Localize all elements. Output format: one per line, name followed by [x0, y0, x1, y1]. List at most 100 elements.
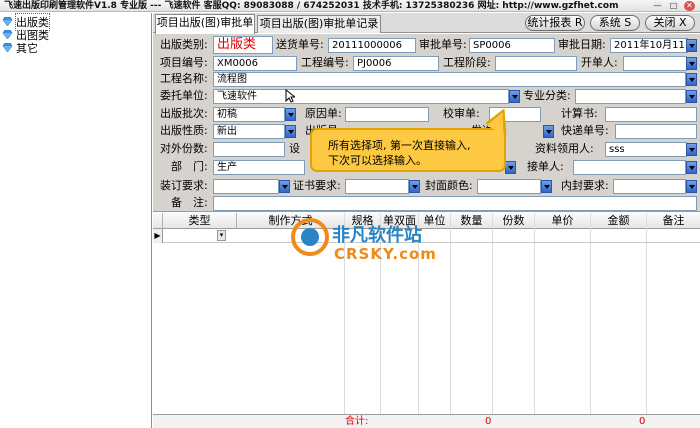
tab-bar: 项目出版(图)审批单 项目出版(图)审批单记录 统计报表 R 系统 S 关闭 X	[153, 13, 700, 34]
cert-dropdown-icon[interactable]	[409, 180, 420, 193]
col-header-type[interactable]: 类型	[163, 213, 237, 229]
dept-field[interactable]: 生产	[213, 160, 305, 175]
maximize-button[interactable]: □	[668, 1, 679, 11]
reason-field[interactable]	[345, 107, 429, 122]
grid-footer: 合计: 0 0	[153, 414, 700, 428]
stage-label: 工程阶段:	[443, 56, 491, 69]
remark-label: 备 注:	[171, 196, 208, 209]
batch-label: 出版批次:	[160, 107, 208, 120]
approval-no-label: 审批单号:	[419, 38, 467, 51]
send-no-field[interactable]: 20111000006	[328, 38, 416, 53]
system-button[interactable]: 系统 S	[590, 15, 640, 31]
gem-icon	[2, 43, 13, 52]
batch-field[interactable]: 初稿	[213, 107, 285, 122]
cover-field[interactable]	[477, 179, 541, 194]
total-amount: 0	[639, 416, 646, 427]
approval-date-label: 审批日期:	[558, 38, 606, 51]
tooltip-line-2: 下次可以选择输入。	[328, 154, 427, 167]
send-no-label: 送货单号:	[276, 38, 324, 51]
inner-field[interactable]	[613, 179, 686, 194]
tree-item-other[interactable]: 其它	[2, 41, 38, 55]
gem-icon	[2, 30, 13, 39]
stage-field[interactable]	[495, 56, 577, 71]
category-label: 出版类别:	[160, 38, 208, 51]
row-indicator-icon: ▶	[153, 229, 163, 243]
window-title: 飞速出版印刷管理软件V1.8 专业版 --- 飞速软件 客服QQ: 890830…	[4, 1, 619, 11]
grid-corner	[153, 213, 163, 229]
approval-form: 出版类别: 出版类 送货单号: 20111000006 审批单号: SP0006…	[153, 34, 700, 212]
copies-field[interactable]	[213, 142, 285, 157]
col-header-copies[interactable]: 份数	[493, 213, 535, 229]
approval-no-field[interactable]: SP0006	[469, 38, 555, 53]
cert-label: 证书要求:	[293, 179, 341, 192]
close-window-button[interactable]: ✕	[684, 1, 695, 11]
minimize-button[interactable]: —	[652, 1, 663, 11]
binding-dropdown-icon[interactable]	[279, 180, 290, 193]
batch-dropdown-icon[interactable]	[285, 108, 296, 121]
inner-label: 内封要求:	[561, 179, 609, 192]
express-field[interactable]	[615, 124, 697, 139]
tab-approval-form[interactable]: 项目出版(图)审批单	[155, 14, 255, 34]
client-dropdown-icon[interactable]	[509, 90, 520, 103]
nature-dropdown-icon[interactable]	[285, 125, 296, 138]
dept-dropdown-icon[interactable]	[505, 161, 516, 174]
work-no-label: 工程编号:	[301, 56, 349, 69]
receiver-field[interactable]: sss	[605, 142, 687, 157]
nature-field[interactable]: 新出	[213, 124, 285, 139]
binding-label: 装订要求:	[160, 179, 208, 192]
checker-label: 校审单:	[443, 107, 480, 120]
tree-item-label: 其它	[16, 41, 38, 55]
cover-dropdown-icon[interactable]	[541, 180, 552, 193]
tab-approval-records[interactable]: 项目出版(图)审批单记录	[257, 15, 381, 33]
receiver-dropdown-icon[interactable]	[686, 143, 697, 156]
watermark-text-en: CRSKY.com	[334, 245, 437, 263]
watermark-logo-icon	[291, 218, 329, 256]
inner-dropdown-icon[interactable]	[686, 180, 697, 193]
handover-dropdown-icon[interactable]	[686, 161, 697, 174]
project-no-field[interactable]: XM0006	[213, 56, 297, 71]
drawer-field[interactable]	[623, 56, 687, 71]
title-bar: 飞速出版印刷管理软件V1.8 专业版 --- 飞速软件 客服QQ: 890830…	[0, 0, 700, 12]
mouse-cursor-icon	[285, 89, 295, 103]
client-field[interactable]: 飞速软件	[213, 89, 509, 104]
drawer-label: 开单人:	[581, 56, 618, 69]
cert-field[interactable]	[345, 179, 409, 194]
major-dropdown-icon[interactable]	[686, 90, 697, 103]
work-name-field[interactable]: 流程图	[213, 72, 686, 87]
tooltip-line-1: 所有选择项, 第一次直接输入,	[328, 139, 471, 152]
col-header-remark[interactable]: 备注	[647, 213, 700, 229]
device-label: 设	[289, 142, 300, 155]
sender-dropdown-icon[interactable]	[543, 125, 554, 138]
report-button[interactable]: 统计报表 R	[525, 15, 585, 31]
category-tree: 出版类 出图类 其它	[0, 12, 152, 428]
remark-field[interactable]	[213, 196, 697, 211]
category-field[interactable]: 出版类	[213, 36, 273, 54]
tooltip-balloon: 所有选择项, 第一次直接输入, 下次可以选择输入。	[310, 128, 506, 172]
work-name-dropdown-icon[interactable]	[686, 73, 697, 86]
work-name-label: 工程名称:	[160, 72, 208, 85]
binding-field[interactable]	[213, 179, 279, 194]
copies-label: 对外份数:	[160, 142, 208, 155]
nature-label: 出版性质:	[160, 124, 208, 137]
close-button[interactable]: 关闭 X	[645, 15, 695, 31]
major-field[interactable]	[575, 89, 686, 104]
type-dropdown-icon[interactable]: ▾	[217, 230, 226, 241]
receiver-label: 资料领用人:	[535, 142, 594, 155]
total-label: 合计:	[345, 416, 369, 427]
col-header-amount[interactable]: 金额	[591, 213, 647, 229]
watermark: 非凡软件站 CRSKY.com	[290, 217, 436, 279]
calc-label: 计算书:	[561, 107, 598, 120]
drawer-dropdown-icon[interactable]	[686, 57, 697, 70]
col-header-price[interactable]: 单价	[535, 213, 591, 229]
project-no-label: 项目编号:	[160, 56, 208, 69]
calc-field[interactable]	[605, 107, 697, 122]
total-count: 0	[485, 416, 492, 427]
cover-label: 封面颜色:	[425, 179, 473, 192]
date-dropdown-icon[interactable]	[686, 39, 697, 52]
approval-date-field[interactable]: 2011年10月11日	[610, 38, 688, 53]
handover-field[interactable]	[573, 160, 686, 175]
col-header-quantity[interactable]: 数量	[451, 213, 493, 229]
work-no-field[interactable]: PJ0006	[353, 56, 439, 71]
gem-icon	[2, 17, 13, 26]
major-label: 专业分类:	[523, 89, 571, 102]
